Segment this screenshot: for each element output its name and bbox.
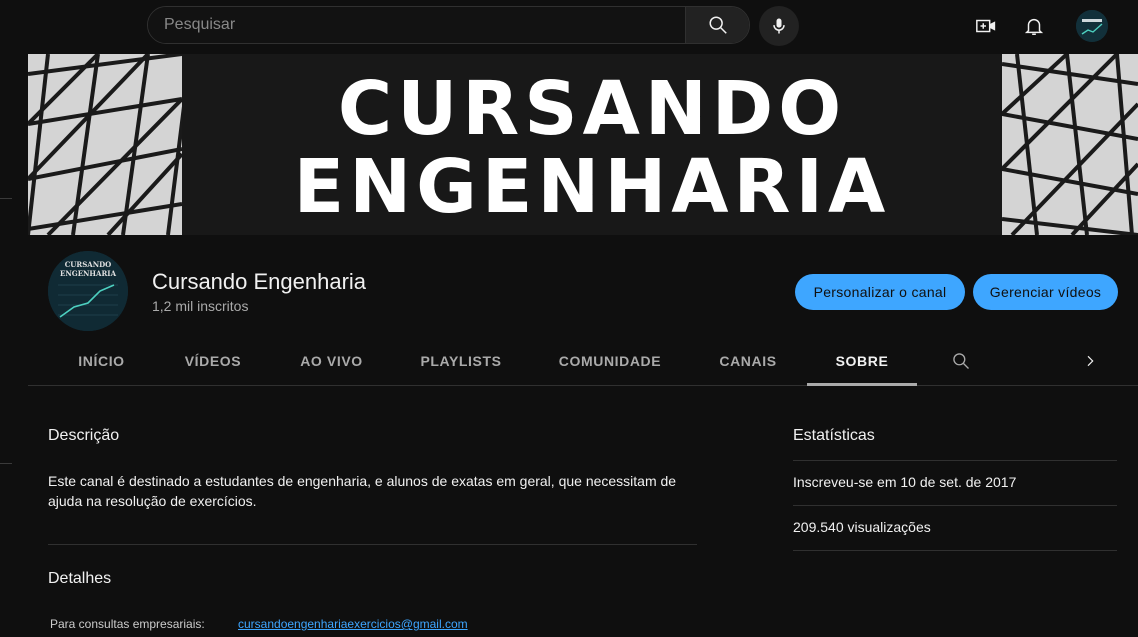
banner-title-line1: CURSANDO <box>337 66 847 152</box>
tab-comunidade[interactable]: COMUNIDADE <box>546 337 674 385</box>
subscriber-count: 1,2 mil inscritos <box>152 298 249 314</box>
banner-title-line2: ENGENHARIA <box>293 144 891 230</box>
channel-name: Cursando Engenharia <box>152 269 367 294</box>
tab-sobre[interactable]: SOBRE <box>807 337 917 386</box>
channel-logo-icon <box>1076 10 1108 42</box>
customize-channel-button[interactable]: Personalizar o canal <box>795 274 965 310</box>
manage-videos-button[interactable]: Gerenciar vídeos <box>973 274 1118 310</box>
search-box <box>147 6 750 44</box>
channel-avatar[interactable]: CURSANDO ENGENHARIA <box>48 251 128 331</box>
search-icon <box>953 353 969 369</box>
banner-title: CURSANDO ENGENHARIA <box>182 70 1002 226</box>
tab-videos[interactable]: VÍDEOS <box>168 337 258 385</box>
channel-banner: CURSANDO ENGENHARIA <box>28 54 1138 235</box>
avatar-text-line1: CURSANDO <box>65 260 112 269</box>
divider <box>793 550 1117 551</box>
tab-playlists[interactable]: PLAYLISTS <box>406 337 516 385</box>
divider <box>48 544 697 545</box>
bell-icon <box>1024 18 1044 35</box>
tab-canais[interactable]: CANAIS <box>706 337 790 385</box>
search-button[interactable] <box>685 7 749 43</box>
sidebar-edge-line <box>0 463 12 464</box>
tab-ao-vivo[interactable]: AO VIVO <box>284 337 379 385</box>
create-video-icon <box>976 19 996 33</box>
notifications-button[interactable] <box>1022 14 1046 38</box>
divider <box>793 460 1117 461</box>
banner-glass-roof-left <box>28 54 182 235</box>
business-email-link[interactable]: cursandoengenhariaexercicios@gmail.com <box>238 617 468 631</box>
divider <box>793 505 1117 506</box>
banner-glass-roof-right <box>1002 54 1138 235</box>
channel-tabs: INÍCIO VÍDEOS AO VIVO PLAYLISTS COMUNIDA… <box>28 337 1138 386</box>
top-bar <box>0 0 1138 54</box>
mic-icon <box>773 18 785 34</box>
avatar-text-line2: ENGENHARIA <box>60 269 117 278</box>
joined-date: Inscreveu-se em 10 de set. de 2017 <box>793 474 1017 490</box>
search-icon <box>708 16 727 34</box>
account-avatar[interactable] <box>1076 10 1108 42</box>
chevron-right-icon <box>1087 355 1094 367</box>
description-heading: Descrição <box>48 427 120 444</box>
sidebar-edge-line <box>0 198 12 199</box>
create-video-button[interactable] <box>974 14 998 38</box>
view-count: 209.540 visualizações <box>793 519 931 535</box>
tabs-scroll-right-button[interactable] <box>1076 337 1104 385</box>
business-inquiries-label: Para consultas empresariais: <box>50 617 205 631</box>
details-heading: Detalhes <box>48 570 112 587</box>
tab-inicio[interactable]: INÍCIO <box>56 337 147 385</box>
stats-heading: Estatísticas <box>793 427 875 444</box>
channel-description: Este canal é destinado a estudantes de e… <box>48 473 677 509</box>
channel-search-button[interactable] <box>946 337 976 385</box>
voice-search-button[interactable] <box>759 6 799 46</box>
search-input[interactable] <box>148 7 685 43</box>
